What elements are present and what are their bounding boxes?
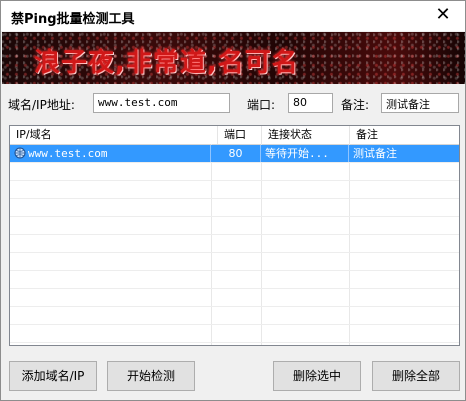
results-list[interactable]: IP/域名 端口 连接状态 备注 www.test.com 80 等待开始...…: [9, 125, 460, 346]
row-host-text: www.test.com: [28, 147, 108, 160]
start-check-button[interactable]: 开始检测: [107, 361, 195, 391]
window-title: 禁Ping批量检测工具: [11, 12, 135, 27]
col-header-note[interactable]: 备注: [350, 126, 459, 144]
banner-text: 浪子夜,非常道,名可名: [34, 48, 299, 78]
note-label: 备注:: [341, 98, 370, 112]
title-bar: 禁Ping批量检测工具 ✕: [1, 1, 465, 31]
port-input[interactable]: 80: [288, 93, 333, 113]
delete-selected-button[interactable]: 删除选中: [273, 361, 361, 391]
list-header: IP/域名 端口 连接状态 备注: [10, 126, 459, 145]
close-icon[interactable]: ✕: [421, 1, 465, 31]
app-window: 禁Ping批量检测工具 ✕ 浪子夜,非常道,名可名 域名/IP地址: www.t…: [0, 0, 466, 401]
domain-input[interactable]: www.test.com: [93, 93, 230, 113]
empty-row: [10, 307, 459, 325]
empty-row: [10, 235, 459, 253]
row-host-cell: www.test.com: [12, 145, 211, 162]
delete-all-button[interactable]: 删除全部: [372, 361, 460, 391]
empty-row: [10, 253, 459, 271]
note-input[interactable]: 测试备注: [381, 93, 459, 113]
empty-row: [10, 217, 459, 235]
empty-row: [10, 289, 459, 307]
row-port-cell: 80: [211, 145, 261, 162]
empty-row: [10, 163, 459, 181]
col-header-port[interactable]: 端口: [218, 126, 262, 144]
col-header-host[interactable]: IP/域名: [10, 126, 218, 144]
port-label: 端口:: [247, 98, 276, 112]
empty-row: [10, 199, 459, 217]
col-header-status[interactable]: 连接状态: [262, 126, 350, 144]
table-row[interactable]: www.test.com 80 等待开始... 测试备注: [10, 145, 459, 163]
domain-label: 域名/IP地址:: [8, 98, 75, 112]
row-note-cell: 测试备注: [353, 147, 397, 160]
banner-image: 浪子夜,非常道,名可名: [2, 32, 465, 84]
empty-row: [10, 181, 459, 199]
add-host-button[interactable]: 添加域名/IP: [9, 361, 97, 391]
globe-icon: [14, 147, 26, 159]
row-status-cell: 等待开始...: [261, 145, 349, 162]
empty-row: [10, 271, 459, 289]
empty-row: [10, 325, 459, 343]
